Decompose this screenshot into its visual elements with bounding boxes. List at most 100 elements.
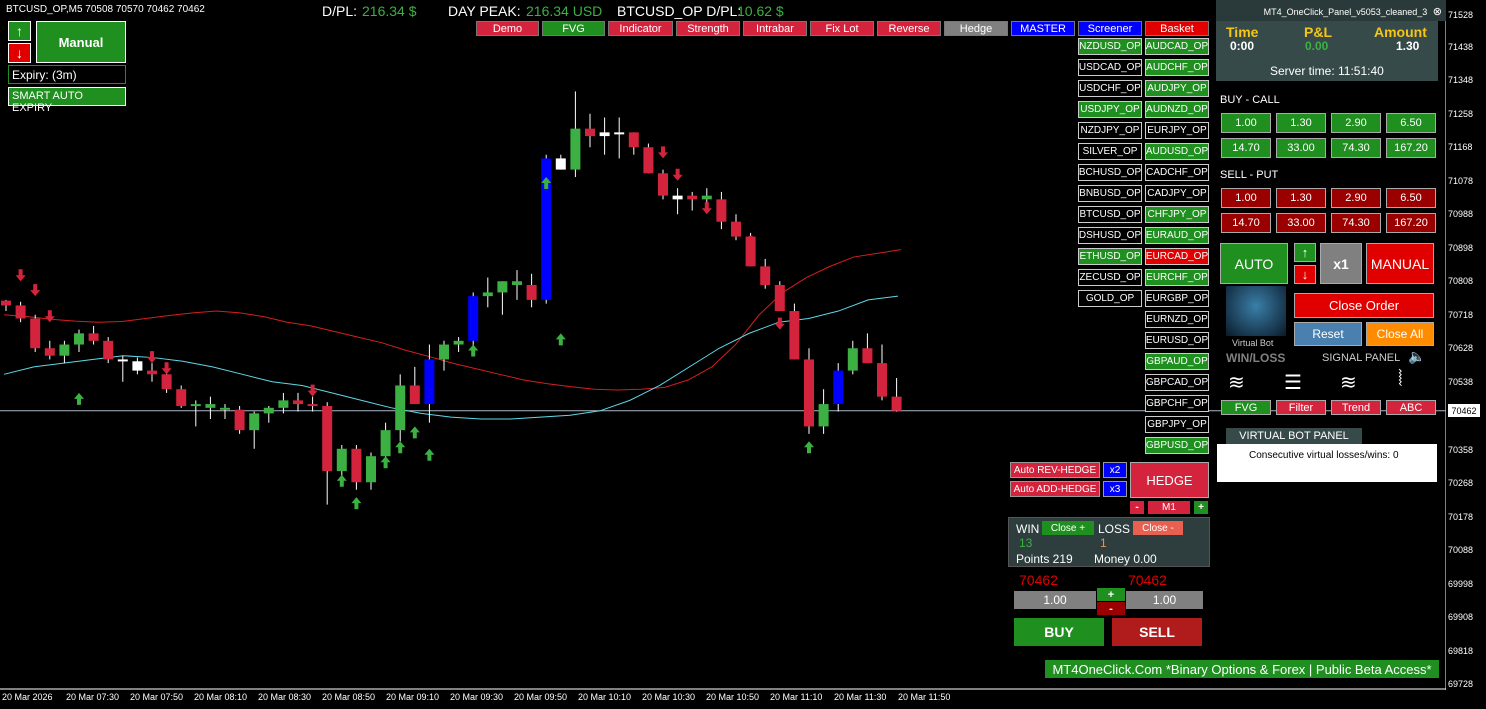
promo-banner[interactable]: MT4OneClick.Com *Binary Options & Forex … — [1045, 660, 1439, 678]
pair-chfjpy_op[interactable]: CHFJPY_OP — [1145, 206, 1209, 223]
toolbar-fvg-button[interactable]: FVG — [542, 21, 605, 36]
pair-euraud_op[interactable]: EURAUD_OP — [1145, 227, 1209, 244]
buy-amount-button[interactable]: 2.90 — [1331, 113, 1381, 133]
close-loss-button[interactable]: Close - — [1133, 521, 1183, 535]
buy-amount-button[interactable]: 6.50 — [1386, 113, 1436, 133]
pair-audcad_op[interactable]: AUDCAD_OP — [1145, 38, 1209, 55]
lot-increase-button[interactable]: + — [1097, 588, 1125, 601]
pair-bchusd_op[interactable]: BCHUSD_OP — [1078, 164, 1142, 181]
timeframe-field[interactable]: M1 — [1148, 501, 1190, 514]
filter-filter-button[interactable]: Filter — [1276, 400, 1326, 415]
pair-usdjpy_op[interactable]: USDJPY_OP — [1078, 101, 1142, 118]
toolbar-basket-button[interactable]: Basket — [1145, 21, 1209, 36]
rev-hedge-multiplier[interactable]: x2 — [1103, 462, 1127, 478]
timeframe-increase-button[interactable]: + — [1194, 501, 1208, 514]
toolbar-master-button[interactable]: MASTER — [1011, 21, 1075, 36]
buy-amount-button[interactable]: 33.00 — [1276, 138, 1326, 158]
auto-rev-hedge-button[interactable]: Auto REV-HEDGE — [1010, 462, 1100, 478]
pair-dshusd_op[interactable]: DSHUSD_OP — [1078, 227, 1142, 244]
toolbar-hedge-button[interactable]: Hedge — [944, 21, 1008, 36]
close-profit-button[interactable]: Close + — [1042, 521, 1094, 535]
filter-fvg-button[interactable]: FVG — [1221, 400, 1271, 415]
toolbar-screener-button[interactable]: Screener — [1078, 21, 1142, 36]
close-order-button[interactable]: Close Order — [1294, 293, 1434, 318]
pair-audusd_op[interactable]: AUDUSD_OP — [1145, 143, 1209, 160]
call-arrow-small-button[interactable]: ↑ — [1294, 243, 1316, 262]
timeframe-decrease-button[interactable]: - — [1130, 501, 1144, 514]
buy-amount-button[interactable]: 1.30 — [1276, 113, 1326, 133]
pair-eurjpy_op[interactable]: EURJPY_OP — [1145, 122, 1209, 139]
lines-icon[interactable]: ☰ — [1284, 370, 1302, 395]
sell-amount-button[interactable]: 33.00 — [1276, 213, 1326, 233]
pair-gbpchf_op[interactable]: GBPCHF_OP — [1145, 395, 1209, 412]
pair-usdchf_op[interactable]: USDCHF_OP — [1078, 80, 1142, 97]
close-all-button[interactable]: Close All — [1366, 322, 1434, 346]
pair-silver_op[interactable]: SILVER_OP — [1078, 143, 1142, 160]
put-arrow-button[interactable]: ↓ — [8, 43, 31, 63]
filter-abc-button[interactable]: ABC — [1386, 400, 1436, 415]
pair-eurusd_op[interactable]: EURUSD_OP — [1145, 332, 1209, 349]
pair-audjpy_op[interactable]: AUDJPY_OP — [1145, 80, 1209, 97]
sell-amount-button[interactable]: 167.20 — [1386, 213, 1436, 233]
pair-gbpaud_op[interactable]: GBPAUD_OP — [1145, 353, 1209, 370]
expiry-field[interactable]: Expiry: (3m) — [8, 65, 126, 84]
sell-button[interactable]: SELL — [1112, 618, 1202, 646]
pair-gbpcad_op[interactable]: GBPCAD_OP — [1145, 374, 1209, 391]
toolbar-intrabar-button[interactable]: Intrabar — [743, 21, 807, 36]
call-arrow-button[interactable]: ↑ — [8, 21, 31, 41]
speaker-icon[interactable]: 🔈 — [1408, 348, 1425, 365]
pair-nzdusd_op[interactable]: NZDUSD_OP — [1078, 38, 1142, 55]
toolbar-demo-button[interactable]: Demo — [476, 21, 539, 36]
pair-gbpjpy_op[interactable]: GBPJPY_OP — [1145, 416, 1209, 433]
pair-ethusd_op[interactable]: ETHUSD_OP — [1078, 248, 1142, 265]
close-window-icon[interactable]: ⊗ — [1433, 6, 1442, 18]
toolbar-indicator-button[interactable]: Indicator — [608, 21, 673, 36]
sell-amount-button[interactable]: 14.70 — [1221, 213, 1271, 233]
buy-amount-button[interactable]: 1.00 — [1221, 113, 1271, 133]
wave-icon-1[interactable]: ≋ — [1228, 370, 1245, 395]
pair-gold_op[interactable]: GOLD_OP — [1078, 290, 1142, 307]
pair-eurnzd_op[interactable]: EURNZD_OP — [1145, 311, 1209, 328]
auto-mode-button[interactable]: AUTO — [1220, 243, 1288, 284]
sell-amount-button[interactable]: 1.00 — [1221, 188, 1271, 208]
add-hedge-multiplier[interactable]: x3 — [1103, 481, 1127, 497]
pair-cadchf_op[interactable]: CADCHF_OP — [1145, 164, 1209, 181]
pair-audnzd_op[interactable]: AUDNZD_OP — [1145, 101, 1209, 118]
buy-amount-button[interactable]: 167.20 — [1386, 138, 1436, 158]
pair-zecusd_op[interactable]: ZECUSD_OP — [1078, 269, 1142, 286]
pair-gbpusd_op[interactable]: GBPUSD_OP — [1145, 437, 1209, 454]
lot-right-field[interactable]: 1.00 — [1126, 591, 1203, 609]
reset-button[interactable]: Reset — [1294, 322, 1362, 346]
toolbar-strength-button[interactable]: Strength — [676, 21, 740, 36]
lot-left-field[interactable]: 1.00 — [1014, 591, 1096, 609]
hedge-button[interactable]: HEDGE — [1130, 462, 1209, 498]
toolbar-fix-lot-button[interactable]: Fix Lot — [810, 21, 874, 36]
manual-right-button[interactable]: MANUAL — [1366, 243, 1434, 284]
pair-eurchf_op[interactable]: EURCHF_OP — [1145, 269, 1209, 286]
sell-amount-button[interactable]: 1.30 — [1276, 188, 1326, 208]
pair-eurgbp_op[interactable]: EURGBP_OP — [1145, 290, 1209, 307]
pair-bnbusd_op[interactable]: BNBUSD_OP — [1078, 185, 1142, 202]
buy-amount-button[interactable]: 14.70 — [1221, 138, 1271, 158]
filter-trend-button[interactable]: Trend — [1331, 400, 1381, 415]
pair-usdcad_op[interactable]: USDCAD_OP — [1078, 59, 1142, 76]
sell-amount-button[interactable]: 2.90 — [1331, 188, 1381, 208]
virtual-bot-panel-tab[interactable]: VIRTUAL BOT PANEL — [1226, 428, 1362, 444]
smart-auto-expiry-button[interactable]: SMART AUTO EXPIRY — [8, 87, 126, 114]
auto-add-hedge-button[interactable]: Auto ADD-HEDGE — [1010, 481, 1100, 497]
sell-amount-button[interactable]: 74.30 — [1331, 213, 1381, 233]
put-arrow-small-button[interactable]: ↓ — [1294, 265, 1316, 284]
pair-eurcad_op[interactable]: EURCAD_OP — [1145, 248, 1209, 265]
pair-nzdjpy_op[interactable]: NZDJPY_OP — [1078, 122, 1142, 139]
multiplier-button[interactable]: x1 — [1320, 243, 1362, 284]
manual-mode-button[interactable]: Manual — [36, 21, 126, 63]
buy-button[interactable]: BUY — [1014, 618, 1104, 646]
lot-decrease-button[interactable]: - — [1097, 602, 1125, 615]
toolbar-reverse-button[interactable]: Reverse — [877, 21, 941, 36]
wave-icon-2[interactable]: ≋ — [1340, 370, 1357, 395]
pair-btcusd_op[interactable]: BTCUSD_OP — [1078, 206, 1142, 223]
sell-amount-button[interactable]: 6.50 — [1386, 188, 1436, 208]
wave-icon-vertical[interactable]: ⦚ — [1398, 366, 1403, 392]
buy-amount-button[interactable]: 74.30 — [1331, 138, 1381, 158]
pair-audchf_op[interactable]: AUDCHF_OP — [1145, 59, 1209, 76]
